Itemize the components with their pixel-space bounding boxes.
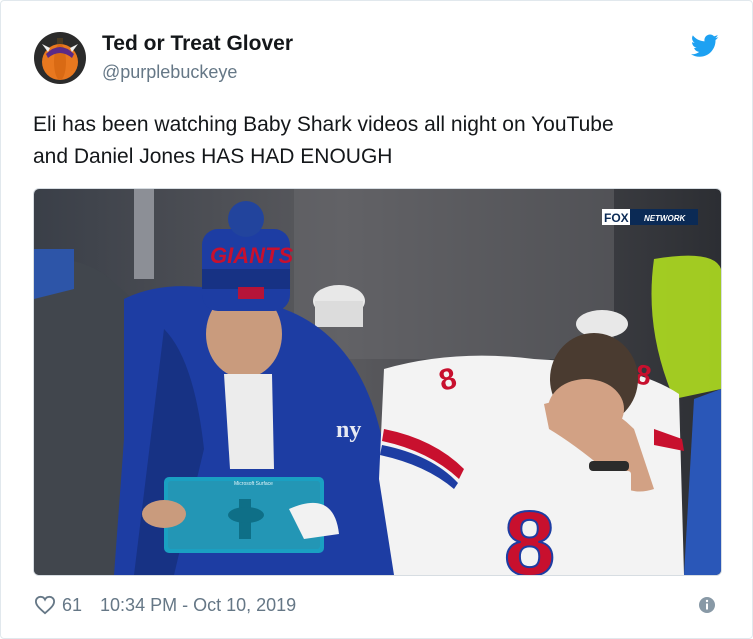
info-icon[interactable] [698, 596, 716, 614]
tweet-footer: 61 10:34 PM - Oct 10, 2019 [34, 593, 296, 617]
tweet-media-photo[interactable]: ny GIANTS Microsoft Surface 8 8 8 FOX NE… [33, 188, 722, 576]
tweet-timestamp[interactable]: 10:34 PM - Oct 10, 2019 [100, 595, 296, 616]
svg-text:ny: ny [336, 417, 361, 443]
jersey-number-front: 8 [504, 493, 555, 575]
twitter-bird-icon[interactable] [691, 34, 719, 58]
author-handle[interactable]: @purplebuckeye [102, 62, 237, 83]
fox-text: FOX [604, 211, 629, 225]
author-display-name[interactable]: Ted or Treat Glover [102, 32, 293, 56]
tweet-text: Eli has been watching Baby Shark videos … [33, 109, 723, 173]
avatar[interactable] [34, 32, 86, 84]
beanie-text: GIANTS [210, 243, 293, 268]
tweet-text-line: and Daniel Jones HAS HAD ENOUGH [33, 145, 393, 168]
like-count[interactable]: 61 [62, 595, 82, 616]
tweet-card: Ted or Treat Glover @purplebuckeye Eli h… [0, 0, 753, 639]
tablet-label: Microsoft Surface [234, 481, 273, 487]
network-text: NETWORK [644, 214, 687, 223]
tweet-text-line: Eli has been watching Baby Shark videos … [33, 113, 614, 136]
fox-network-logo: FOX NETWORK [602, 209, 698, 225]
heart-icon[interactable] [34, 595, 56, 615]
